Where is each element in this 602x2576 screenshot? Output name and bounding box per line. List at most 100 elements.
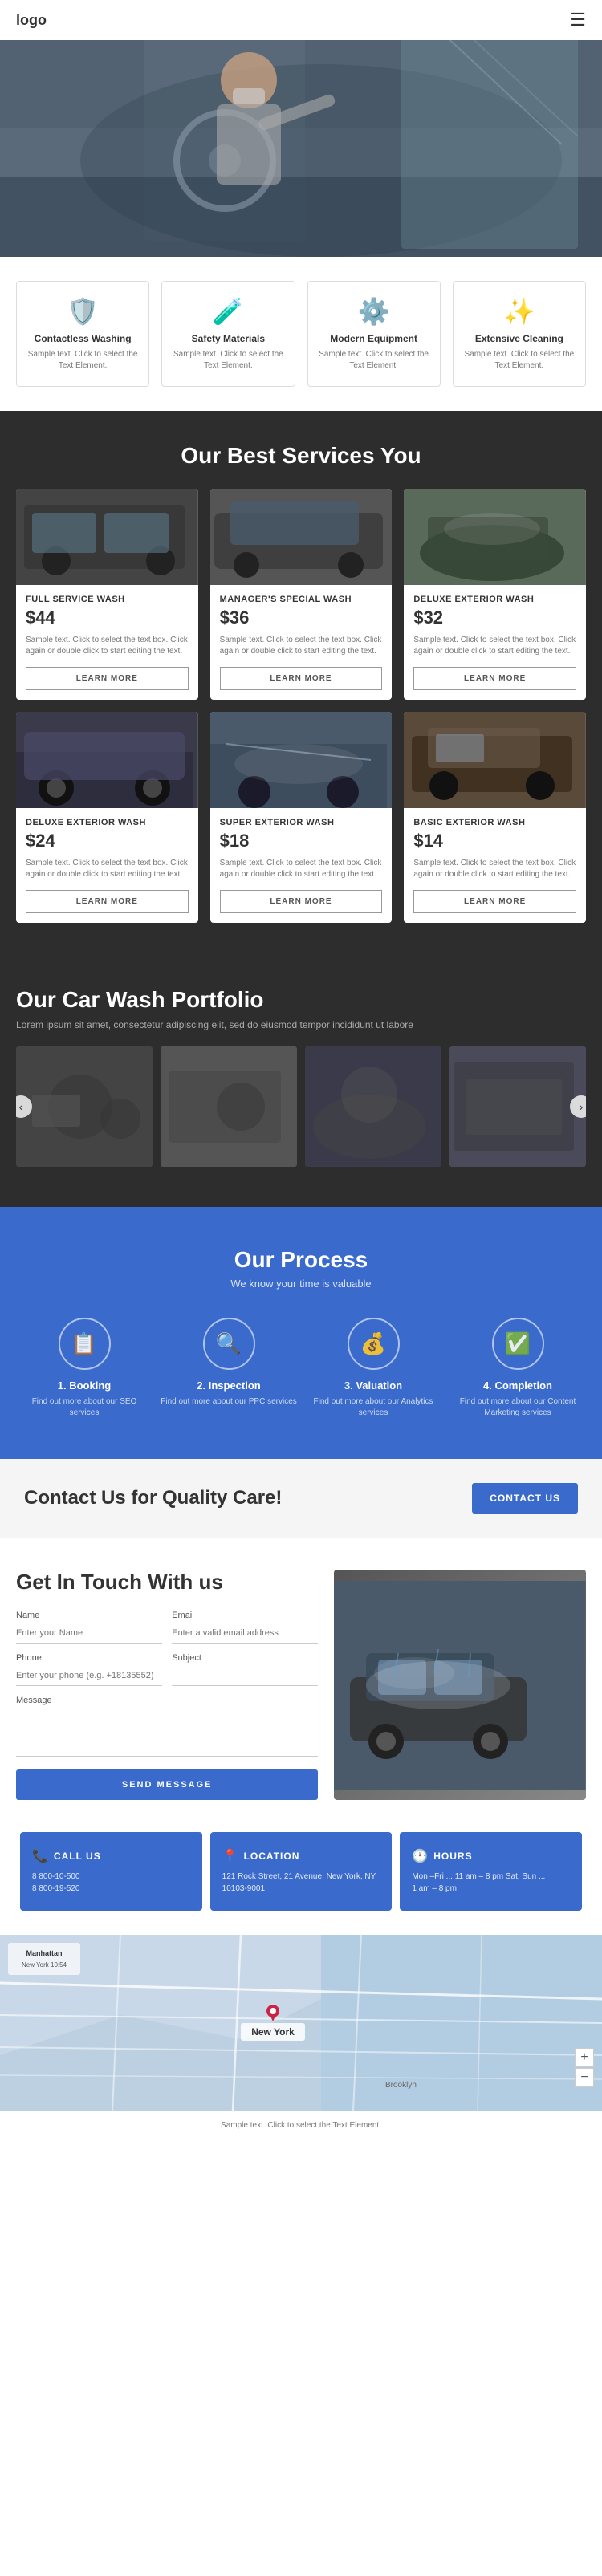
contact-banner: Contact Us for Quality Care! CONTACT US (0, 1459, 602, 1538)
service-name-5: SUPER EXTERIOR WASH (220, 818, 383, 827)
step-number-3: 3. Valuation (305, 1379, 441, 1392)
email-input[interactable] (172, 1623, 318, 1644)
learn-more-button-1[interactable]: LEARN MORE (26, 667, 189, 690)
service-name-4: DELUXE EXTERIOR WASH (26, 818, 189, 827)
equipment-icon: ⚙️ (316, 296, 432, 327)
info-card-3: 🕐 HOURS Mon –Fri ... 11 am – 8 pm Sat, S… (400, 1832, 582, 1911)
service-desc-4: Sample text. Click to select the text bo… (26, 858, 189, 880)
service-price-1: $44 (26, 607, 189, 628)
contact-form-title: Get In Touch With us (16, 1570, 318, 1595)
service-card-5: SUPER EXTERIOR WASH $18 Sample text. Cli… (210, 712, 393, 923)
portfolio-image-2 (161, 1046, 297, 1167)
learn-more-button-4[interactable]: LEARN MORE (26, 890, 189, 913)
services-section: Our Best Services You FULL SERVICE WASH … (0, 411, 602, 955)
name-label: Name (16, 1611, 162, 1620)
feature-title-1: Contactless Washing (25, 333, 140, 344)
process-section: Our Process We know your time is valuabl… (0, 1207, 602, 1459)
step-icon-2: 🔍 (203, 1318, 255, 1370)
feature-desc-2: Sample text. Click to select the Text El… (170, 349, 286, 372)
form-group-phone: Phone (16, 1653, 162, 1686)
portfolio-title: Our Car Wash Portfolio (16, 987, 586, 1013)
name-input[interactable] (16, 1623, 162, 1644)
info-card-text-3: Mon –Fri ... 11 am – 8 pm Sat, Sun ...1 … (412, 1871, 570, 1895)
header: logo ☰ (0, 0, 602, 40)
learn-more-button-6[interactable]: LEARN MORE (413, 890, 576, 913)
service-desc-5: Sample text. Click to select the text bo… (220, 858, 383, 880)
portfolio-img-placeholder-2 (161, 1046, 297, 1167)
contact-photo (334, 1570, 586, 1800)
slider-next-button[interactable]: › (570, 1095, 586, 1118)
service-image-4 (16, 712, 198, 808)
process-subtitle: We know your time is valuable (16, 1278, 586, 1290)
service-desc-6: Sample text. Click to select the text bo… (413, 858, 576, 880)
form-row-phone-subject: Phone Subject (16, 1653, 318, 1686)
svg-text:Manhattan: Manhattan (26, 1949, 63, 1957)
info-card-1: 📞 CALL US 8 800-10-5008 800-19-520 (20, 1832, 202, 1911)
subject-input[interactable] (172, 1666, 318, 1686)
service-name-2: MANAGER'S SPECIAL WASH (220, 595, 383, 604)
footer-sample-text: Sample text. Click to select the Text El… (221, 2121, 381, 2130)
process-steps: 📋 1. Booking Find out more about our SEO… (16, 1318, 586, 1419)
info-icon-3: 🕐 (412, 1848, 429, 1864)
feature-title-4: Extensive Cleaning (462, 333, 577, 344)
info-card-2: 📍 LOCATION 121 Rock Street, 21 Avenue, N… (210, 1832, 393, 1911)
service-price-3: $32 (413, 607, 576, 628)
services-grid: FULL SERVICE WASH $44 Sample text. Click… (16, 489, 586, 923)
info-icon-1: 📞 (32, 1848, 49, 1864)
phone-label: Phone (16, 1653, 162, 1663)
info-card-text-2: 121 Rock Street, 21 Avenue, New York, NY… (222, 1871, 380, 1895)
map-zoom-out-button[interactable]: − (575, 2068, 594, 2087)
form-group-name: Name (16, 1611, 162, 1644)
service-image-5 (210, 712, 393, 808)
svg-text:New York 10:54: New York 10:54 (22, 1961, 67, 1969)
service-card-6: BASIC EXTERIOR WASH $14 Sample text. Cli… (404, 712, 586, 923)
portfolio-section: Our Car Wash Portfolio Lorem ipsum sit a… (0, 955, 602, 1207)
feature-desc-3: Sample text. Click to select the Text El… (316, 349, 432, 372)
service-price-4: $24 (26, 831, 189, 851)
service-name-1: FULL SERVICE WASH (26, 595, 189, 604)
form-group-message: Message (16, 1696, 318, 1769)
service-card-3: DELUXE EXTERIOR WASH $32 Sample text. Cl… (404, 489, 586, 700)
process-step-3: 💰 3. Valuation Find out more about our A… (305, 1318, 441, 1419)
portfolio-subtitle: Lorem ipsum sit amet, consectetur adipis… (16, 1019, 586, 1030)
portfolio-image-1 (16, 1046, 153, 1167)
safety-icon: 🧪 (170, 296, 286, 327)
map-zoom-in-button[interactable]: + (575, 2048, 594, 2067)
feature-title-2: Safety Materials (170, 333, 286, 344)
service-desc-3: Sample text. Click to select the text bo… (413, 635, 576, 657)
step-desc-3: Find out more about our Analytics servic… (305, 1396, 441, 1419)
feature-card-3: ⚙️ Modern Equipment Sample text. Click t… (307, 281, 441, 387)
service-image-1 (16, 489, 198, 585)
process-step-4: ✅ 4. Completion Find out more about our … (449, 1318, 586, 1419)
service-card-4: DELUXE EXTERIOR WASH $24 Sample text. Cl… (16, 712, 198, 923)
service-name-3: DELUXE EXTERIOR WASH (413, 595, 576, 604)
phone-input[interactable] (16, 1666, 162, 1686)
svg-text:New York: New York (251, 2026, 295, 2038)
contact-section: Get In Touch With us Name Email Phone Su… (0, 1538, 602, 1832)
process-step-2: 🔍 2. Inspection Find out more about our … (161, 1318, 297, 1419)
footer-text: Sample text. Click to select the Text El… (0, 2111, 602, 2139)
service-price-6: $14 (413, 831, 576, 851)
hamburger-menu[interactable]: ☰ (570, 10, 586, 30)
send-message-button[interactable]: SEND MESSAGE (16, 1769, 318, 1800)
step-desc-4: Find out more about our Content Marketin… (449, 1396, 586, 1419)
info-card-title-3: 🕐 HOURS (412, 1848, 570, 1864)
service-price-5: $18 (220, 831, 383, 851)
step-number-2: 2. Inspection (161, 1379, 297, 1392)
info-cards-section: 📞 CALL US 8 800-10-5008 800-19-520 📍 LOC… (0, 1832, 602, 1935)
learn-more-button-5[interactable]: LEARN MORE (220, 890, 383, 913)
contact-us-button[interactable]: CONTACT US (472, 1483, 578, 1514)
features-section: 🛡️ Contactless Washing Sample text. Clic… (0, 257, 602, 411)
contact-image-column (334, 1570, 586, 1800)
info-card-title-2: 📍 LOCATION (222, 1848, 380, 1864)
step-icon-4: ✅ (492, 1318, 544, 1370)
process-step-1: 📋 1. Booking Find out more about our SEO… (16, 1318, 153, 1419)
learn-more-button-3[interactable]: LEARN MORE (413, 667, 576, 690)
step-number-4: 4. Completion (449, 1379, 586, 1392)
map-zoom-controls: + − (575, 2048, 594, 2087)
info-card-text-1: 8 800-10-5008 800-19-520 (32, 1871, 190, 1895)
learn-more-button-2[interactable]: LEARN MORE (220, 667, 383, 690)
message-textarea[interactable] (16, 1709, 318, 1757)
portfolio-image-4 (449, 1046, 586, 1167)
feature-card-2: 🧪 Safety Materials Sample text. Click to… (161, 281, 295, 387)
